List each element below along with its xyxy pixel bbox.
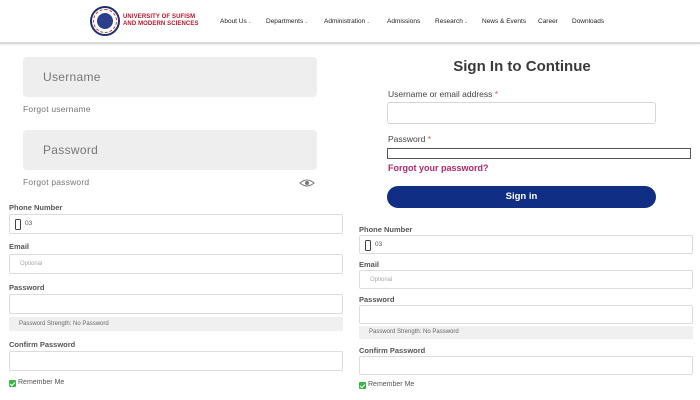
password-label: Password bbox=[359, 295, 395, 304]
email-placeholder: Optional bbox=[20, 261, 43, 267]
username-input[interactable]: Username bbox=[23, 57, 317, 97]
signin-password-input[interactable] bbox=[387, 148, 691, 159]
confirm-password-label: Confirm Password bbox=[359, 346, 426, 355]
nav-administration[interactable]: Administration⌄ bbox=[324, 18, 370, 25]
required-mark: * bbox=[494, 89, 499, 99]
nav-label: Downloads bbox=[572, 18, 605, 25]
forgot-password-link[interactable]: Forgot password bbox=[23, 177, 89, 187]
remember-me-checkbox[interactable] bbox=[9, 380, 16, 387]
phone-input[interactable]: 03 bbox=[9, 214, 343, 234]
register-password-input[interactable] bbox=[9, 294, 343, 314]
password-strength: Password Strength: No Password bbox=[9, 317, 343, 331]
phone-input[interactable]: 03 bbox=[359, 235, 693, 254]
email-placeholder: Optional bbox=[370, 277, 393, 283]
email-label: Email bbox=[9, 242, 30, 251]
nav-label: News & Events bbox=[482, 18, 527, 25]
confirm-password-input[interactable] bbox=[359, 356, 693, 375]
email-label: Email bbox=[359, 260, 380, 269]
site-header: UNIVERSITY OF SUFISM AND MODERN SCIENCES… bbox=[0, 0, 700, 44]
phone-value: 03 bbox=[25, 220, 33, 227]
phone-icon bbox=[365, 240, 371, 251]
university-name-line1: UNIVERSITY OF SUFISM bbox=[123, 14, 196, 20]
logo-emblem bbox=[97, 13, 113, 29]
university-name[interactable]: UNIVERSITY OF SUFISM AND MODERN SCIENCES bbox=[123, 14, 199, 28]
university-name-line2: AND MODERN SCIENCES bbox=[123, 21, 199, 27]
required-mark: * bbox=[427, 134, 432, 144]
nav-downloads[interactable]: Downloads bbox=[572, 18, 604, 25]
password-label: Password bbox=[9, 283, 45, 292]
phone-label: Phone Number bbox=[359, 225, 413, 234]
email-input[interactable]: Optional bbox=[359, 270, 693, 289]
nav-label: Research bbox=[435, 18, 463, 25]
confirm-password-label: Confirm Password bbox=[9, 340, 76, 349]
username-email-label: Username or email address * bbox=[388, 89, 498, 99]
nav-label: About Us bbox=[220, 18, 247, 25]
username-email-input[interactable] bbox=[387, 102, 656, 124]
signin-password-label-text: Password bbox=[388, 134, 426, 144]
nav-admissions[interactable]: Admissions bbox=[387, 18, 420, 25]
forgot-your-password-link[interactable]: Forgot your password? bbox=[388, 163, 489, 173]
signin-title: Sign In to Continue bbox=[453, 58, 591, 75]
chevron-down-icon: ⌄ bbox=[247, 19, 252, 25]
password-placeholder: Password bbox=[43, 143, 99, 157]
eye-icon[interactable] bbox=[299, 178, 315, 188]
username-email-label-text: Username or email address bbox=[388, 89, 493, 99]
phone-value: 03 bbox=[375, 241, 383, 248]
password-strength: Password Strength: No Password bbox=[359, 326, 693, 339]
university-logo[interactable] bbox=[90, 6, 120, 36]
nav-about-us[interactable]: About Us⌄ bbox=[220, 18, 252, 25]
confirm-password-input[interactable] bbox=[9, 351, 343, 371]
signin-password-label: Password * bbox=[388, 134, 431, 144]
nav-label: Administration bbox=[324, 18, 366, 25]
password-input[interactable]: Password bbox=[23, 130, 317, 170]
register-password-input[interactable] bbox=[359, 305, 693, 324]
nav-departments[interactable]: Departments⌄ bbox=[266, 18, 308, 25]
phone-icon bbox=[15, 219, 21, 230]
sign-in-button[interactable]: Sign in bbox=[387, 186, 656, 208]
forgot-username-link[interactable]: Forgot username bbox=[23, 104, 91, 114]
username-placeholder: Username bbox=[43, 70, 101, 84]
nav-career[interactable]: Career bbox=[538, 18, 558, 25]
chevron-down-icon: ⌄ bbox=[366, 19, 371, 25]
nav-label: Departments bbox=[266, 18, 304, 25]
chevron-down-icon: ⌄ bbox=[304, 19, 309, 25]
nav-research[interactable]: Research⌄ bbox=[435, 18, 468, 25]
remember-me-label: Remember Me bbox=[368, 381, 415, 388]
remember-me-label: Remember Me bbox=[18, 379, 65, 386]
nav-label: Admissions bbox=[387, 18, 421, 25]
nav-news-events[interactable]: News & Events bbox=[482, 18, 526, 25]
chevron-down-icon: ⌄ bbox=[463, 19, 469, 25]
nav-label: Career bbox=[538, 18, 558, 25]
remember-me-checkbox[interactable] bbox=[359, 382, 366, 389]
phone-label: Phone Number bbox=[9, 203, 63, 212]
email-input[interactable]: Optional bbox=[9, 254, 343, 274]
